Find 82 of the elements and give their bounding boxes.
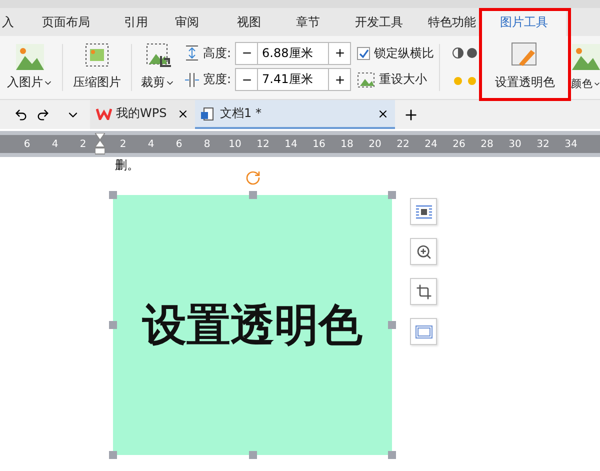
width-icon xyxy=(185,72,199,88)
size-spinner[interactable]: 6.88厘米 xyxy=(235,42,352,65)
resize-handle[interactable] xyxy=(109,451,117,459)
ruler-number: 2 xyxy=(118,138,128,150)
color-button[interactable]: 颜色 xyxy=(571,77,600,91)
rotate-handle-icon[interactable] xyxy=(245,170,261,186)
zoom-in-icon xyxy=(416,244,432,260)
ruler-number: 4 xyxy=(146,138,156,150)
redo-icon[interactable] xyxy=(36,108,50,122)
document-text: 删。 xyxy=(115,157,139,174)
ruler-number: 18 xyxy=(340,138,354,150)
reset-size-icon xyxy=(357,72,376,88)
ruler-number: 14 xyxy=(284,138,298,150)
border-button[interactable] xyxy=(410,318,437,345)
lock-ratio-checkbox[interactable] xyxy=(357,46,370,60)
ruler-number: 34 xyxy=(564,138,578,150)
resize-handle[interactable] xyxy=(109,321,117,329)
ruler-number: 4 xyxy=(50,138,60,150)
reset-size-button[interactable]: 重设大小 xyxy=(379,71,428,88)
set-transparent-button[interactable]: 设置透明色 xyxy=(495,74,555,91)
resize-handle[interactable] xyxy=(109,191,117,199)
document-tab[interactable]: 我的WPS xyxy=(90,100,195,129)
ruler-number: 8 xyxy=(202,138,212,150)
ruler-number: 26 xyxy=(452,138,466,150)
layout-option-button[interactable] xyxy=(410,198,437,225)
menu-tab[interactable]: 特色功能 xyxy=(422,8,482,36)
resize-handle[interactable] xyxy=(248,191,256,199)
plus-icon[interactable] xyxy=(334,47,346,60)
crop-button[interactable]: 裁剪 xyxy=(141,74,175,91)
text-wrap-icon xyxy=(414,204,432,220)
insert-picture-button[interactable]: 入图片 xyxy=(7,74,53,91)
undo-icon[interactable] xyxy=(14,108,28,122)
ruler-number: 24 xyxy=(424,138,438,150)
ruler-number: 6 xyxy=(174,138,184,150)
menu-tab[interactable]: 开发工具 xyxy=(336,8,422,36)
resize-handle[interactable] xyxy=(388,321,396,329)
ruler-number: 28 xyxy=(480,138,494,150)
resize-handle[interactable] xyxy=(388,451,396,459)
crop-button[interactable] xyxy=(410,278,437,305)
menu-tab[interactable]: 视图 xyxy=(218,8,280,36)
size-label: 高度: xyxy=(203,44,232,62)
tab-title: 我的WPS xyxy=(116,105,167,122)
menu-tab[interactable]: 章节 xyxy=(280,8,336,36)
caret-icon xyxy=(593,80,600,88)
menu-tab[interactable]: 审阅 xyxy=(156,8,218,36)
wps-logo-icon xyxy=(96,108,112,120)
size-spinner[interactable]: 7.41厘米 xyxy=(235,68,352,92)
menu-tab[interactable]: 入 xyxy=(0,8,16,36)
ruler-number: 20 xyxy=(368,138,382,150)
ruler-number: 32 xyxy=(536,138,550,150)
zoom-in-button[interactable] xyxy=(410,238,437,265)
new-tab-icon[interactable] xyxy=(403,106,419,122)
ruler-number: 22 xyxy=(396,138,410,150)
close-icon[interactable] xyxy=(177,108,189,120)
height-icon xyxy=(185,45,199,62)
resize-handle[interactable] xyxy=(388,191,396,199)
picture-icon xyxy=(15,42,45,72)
close-icon[interactable] xyxy=(377,108,389,120)
ruler-number: 30 xyxy=(508,138,522,150)
contrast-icon xyxy=(452,46,480,60)
document-tab[interactable]: 文档1 * xyxy=(195,100,395,129)
plus-icon[interactable] xyxy=(334,74,346,86)
menu-tab[interactable]: 引用 xyxy=(116,8,156,36)
menu-tab[interactable]: 页面布局 xyxy=(16,8,116,36)
tab-title: 文档1 * xyxy=(220,105,262,122)
picture-icon xyxy=(571,42,600,72)
resize-handle[interactable] xyxy=(248,451,256,459)
transparent-pencil-icon xyxy=(511,42,539,68)
crop-picture-icon xyxy=(145,42,171,68)
ruler-number: 10 xyxy=(228,138,242,150)
crop-icon xyxy=(416,284,432,300)
compress-picture-icon xyxy=(84,42,110,68)
ruler-number: 6 xyxy=(22,138,32,150)
ruler-number: 2 xyxy=(78,138,88,150)
size-label: 宽度: xyxy=(203,71,232,88)
document-icon xyxy=(201,106,214,120)
ruler-number: 12 xyxy=(256,138,270,150)
border-frame-icon xyxy=(414,324,432,338)
compress-picture-button[interactable]: 压缩图片 xyxy=(73,74,121,91)
ruler-number: 16 xyxy=(312,138,326,150)
picture-text: 设置透明色 xyxy=(142,298,362,352)
lock-ratio-label: 锁定纵横比 xyxy=(374,44,434,62)
